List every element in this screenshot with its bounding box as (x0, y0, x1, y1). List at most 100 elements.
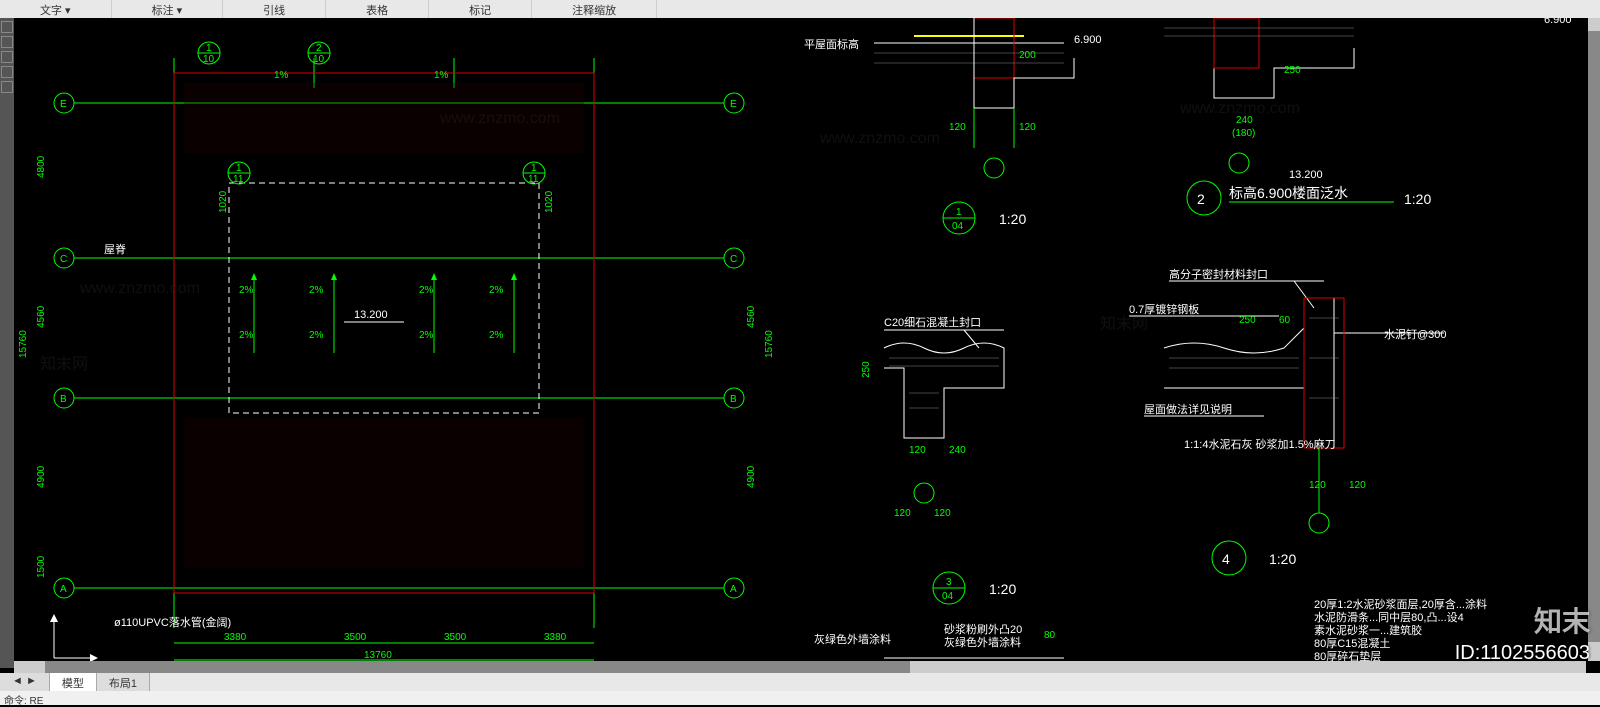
bubble4: 4 (1222, 551, 1230, 567)
dim: 120 (934, 508, 951, 519)
plan-view: E E C C B B A A 1 10 2 10 1 11 1 11 2% 2… (18, 42, 775, 662)
tool-icon[interactable] (1, 21, 13, 33)
ref-num: 1 (956, 207, 962, 218)
detail3-scale: 1:20 (989, 581, 1016, 597)
ref-num: 1 (531, 163, 537, 174)
tool-icon[interactable] (1, 51, 13, 63)
detail-4: 高分子密封材料封口 0.7厚镀锌钢板 水泥钉@300 250 60 屋面做法详见… (1129, 267, 1447, 575)
grid-bubble-a: A (730, 584, 737, 595)
status-bar: ◄ ► 模型 布局1 (0, 673, 1600, 691)
dim-total: 15760 (18, 330, 29, 358)
grid-bubble-a: A (60, 584, 67, 595)
dim: 1500 (36, 555, 47, 578)
d6-line: 素水泥砂浆一...建筑胶 (1314, 623, 1422, 637)
tool-icon[interactable] (1, 36, 13, 48)
tool-icon[interactable] (1, 81, 13, 93)
menu-leader[interactable]: 引线 (223, 0, 326, 18)
d6-line: 20厚1:2水泥砂浆面层,20厚含...涂料 (1314, 597, 1487, 611)
menu-annotate[interactable]: 标注 ▾ (112, 0, 224, 18)
menu-table[interactable]: 表格 (326, 0, 429, 18)
dim: 120 (894, 508, 911, 519)
menu-annoscale[interactable]: 注释缩放 (532, 0, 657, 18)
dim: 3500 (444, 632, 467, 643)
detail-2: 6.900 250 240 (180) 13.200 2 标高6.900楼面泛水… (1164, 18, 1572, 215)
dim: 120 (1019, 122, 1036, 133)
id-overlay: ID:1102556603 (1455, 642, 1590, 665)
d4-note3: 屋面做法详见说明 (1144, 402, 1232, 416)
dim-total: 13760 (364, 650, 392, 661)
brand-overlay: 知末 (1534, 600, 1590, 640)
tab-layout1[interactable]: 布局1 (97, 673, 150, 691)
slope-edge: 1% (434, 70, 449, 81)
dim: 120 (909, 445, 926, 456)
slope-text: 2% (239, 330, 254, 341)
dim-1020: 1020 (218, 190, 229, 213)
dim: 240 (949, 445, 966, 456)
dim: 250 (861, 361, 872, 378)
dim: 120 (1349, 480, 1366, 491)
dim-1020: 1020 (544, 190, 555, 213)
menu-mark[interactable]: 标记 (429, 0, 532, 18)
dim: 3500 (344, 632, 367, 643)
ref-num: 1 (236, 163, 242, 174)
bubble2: 2 (1197, 191, 1205, 207)
grid-bubble-b: B (60, 394, 67, 405)
ref-num: 1 (206, 43, 212, 54)
scrollbar-vertical[interactable] (1588, 18, 1600, 661)
ridge-label: 屋脊 (104, 242, 126, 256)
grid-bubble-c: C (730, 254, 737, 265)
dim: 4560 (36, 305, 47, 328)
d5-note3: 灰绿色外墙涂料 (944, 635, 1021, 649)
dim: (180) (1232, 128, 1255, 139)
grid-bubble-e: E (730, 99, 737, 110)
dim: 3380 (224, 632, 247, 643)
dim: 4900 (36, 465, 47, 488)
command-line[interactable]: 命令: RE (0, 691, 1600, 705)
scrollbar-horizontal[interactable] (14, 661, 1586, 673)
grid-bubble-c: C (60, 254, 67, 265)
tool-icon[interactable] (1, 66, 13, 78)
slope-text: 2% (489, 285, 504, 296)
detail1-label: 平屋面标高 (804, 37, 859, 51)
d4-note1: 0.7厚镀锌钢板 (1129, 302, 1199, 316)
d6-line: 80厚C15混凝土 (1314, 636, 1390, 650)
d4-note0: 高分子密封材料封口 (1169, 267, 1268, 281)
scrollbar-thumb[interactable] (1588, 31, 1600, 642)
detail1-scale: 1:20 (999, 211, 1026, 227)
d5-note1: 灰绿色外墙涂料 (814, 632, 891, 646)
tabs-nav[interactable]: ◄ ► (0, 673, 50, 691)
grid-bubble-e: E (60, 99, 67, 110)
slope-edge: 1% (274, 70, 289, 81)
ref-den: 10 (313, 54, 325, 65)
ref-den: 11 (233, 174, 244, 185)
plan-level: 13.200 (354, 309, 388, 321)
menu-bar: 文字 ▾ 标注 ▾ 引线 表格 标记 注释缩放 (0, 0, 1600, 18)
detail2-scale: 1:20 (1404, 191, 1431, 207)
slope-text: 2% (239, 285, 254, 296)
tab-model[interactable]: 模型 (50, 673, 97, 691)
d4-note2: 水泥钉@300 (1384, 328, 1447, 341)
d6-line: 水泥防滑条...同中层80,凸...设4 (1314, 610, 1464, 624)
slope-text: 2% (419, 285, 434, 296)
dim: 3380 (544, 632, 567, 643)
dim: 250 (1284, 65, 1301, 76)
ref-num: 2 (316, 43, 322, 54)
tool-palette (0, 18, 14, 668)
d5-note2: 砂浆粉刷外凸20 (944, 622, 1022, 636)
ref-den: 10 (203, 54, 215, 65)
slope-text: 2% (309, 330, 324, 341)
dim: 4900 (746, 465, 757, 488)
detail3-note: C20细石混凝土封口 (884, 315, 981, 329)
drawing-canvas[interactable]: E E C C B B A A 1 10 2 10 1 11 1 11 2% 2… (14, 18, 1600, 673)
menu-text[interactable]: 文字 ▾ (0, 0, 112, 18)
slope-text: 2% (309, 285, 324, 296)
ref-den: 04 (942, 591, 954, 602)
detail2-title: 标高6.900楼面泛水 (1229, 185, 1348, 201)
dim: 120 (949, 122, 966, 133)
ref-num: 3 (946, 577, 952, 588)
scrollbar-thumb[interactable] (45, 661, 910, 673)
ref-den: 11 (528, 174, 539, 185)
detail-1: 平屋面标高 6.900 200 120 120 1 04 1:20 (804, 18, 1102, 234)
detail-3: C20细石混凝土封口 250 120 240 120 120 3 04 1:20 (861, 315, 1016, 604)
dim: 240 (1236, 115, 1253, 126)
